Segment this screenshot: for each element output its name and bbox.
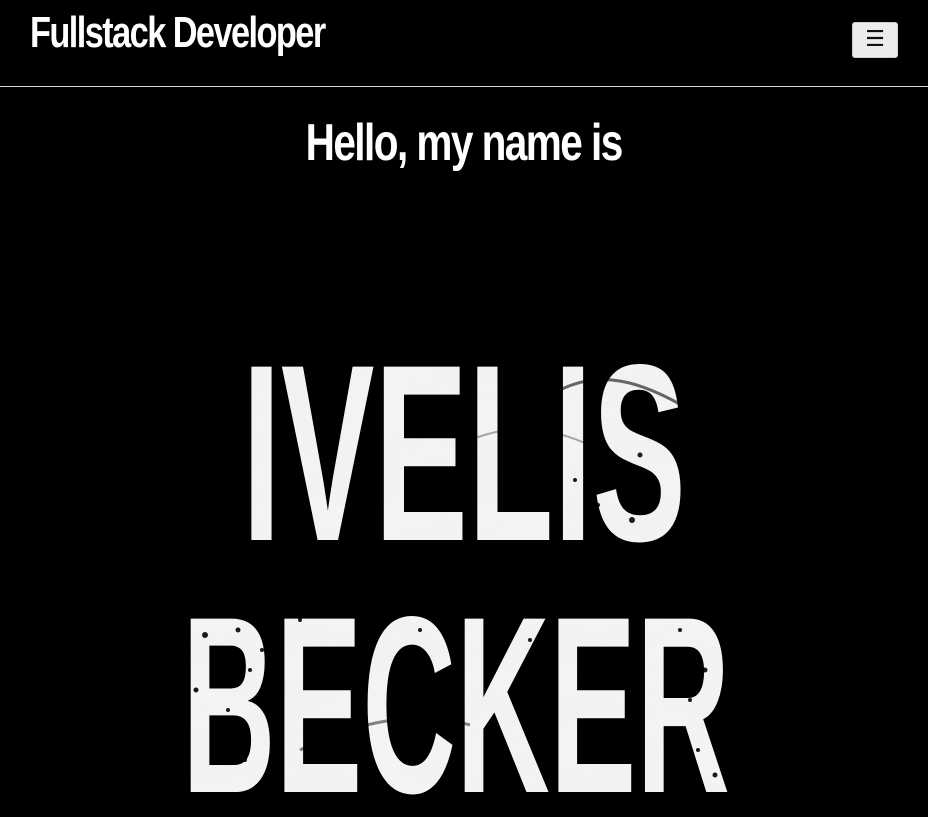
- navbar: Fullstack Developer ☰: [0, 0, 928, 87]
- menu-toggle-button[interactable]: ☰: [852, 22, 898, 58]
- greeting-heading: Hello, my name is: [0, 112, 928, 174]
- first-name: IVELIS: [242, 330, 686, 594]
- hamburger-menu-icon: ☰: [865, 27, 885, 52]
- last-name: BECKER: [182, 565, 730, 817]
- brand-title[interactable]: Fullstack Developer: [30, 5, 326, 61]
- hero-name: IVELIS BECKER: [182, 330, 730, 817]
- greeting-text: Hello, my name is: [305, 114, 624, 172]
